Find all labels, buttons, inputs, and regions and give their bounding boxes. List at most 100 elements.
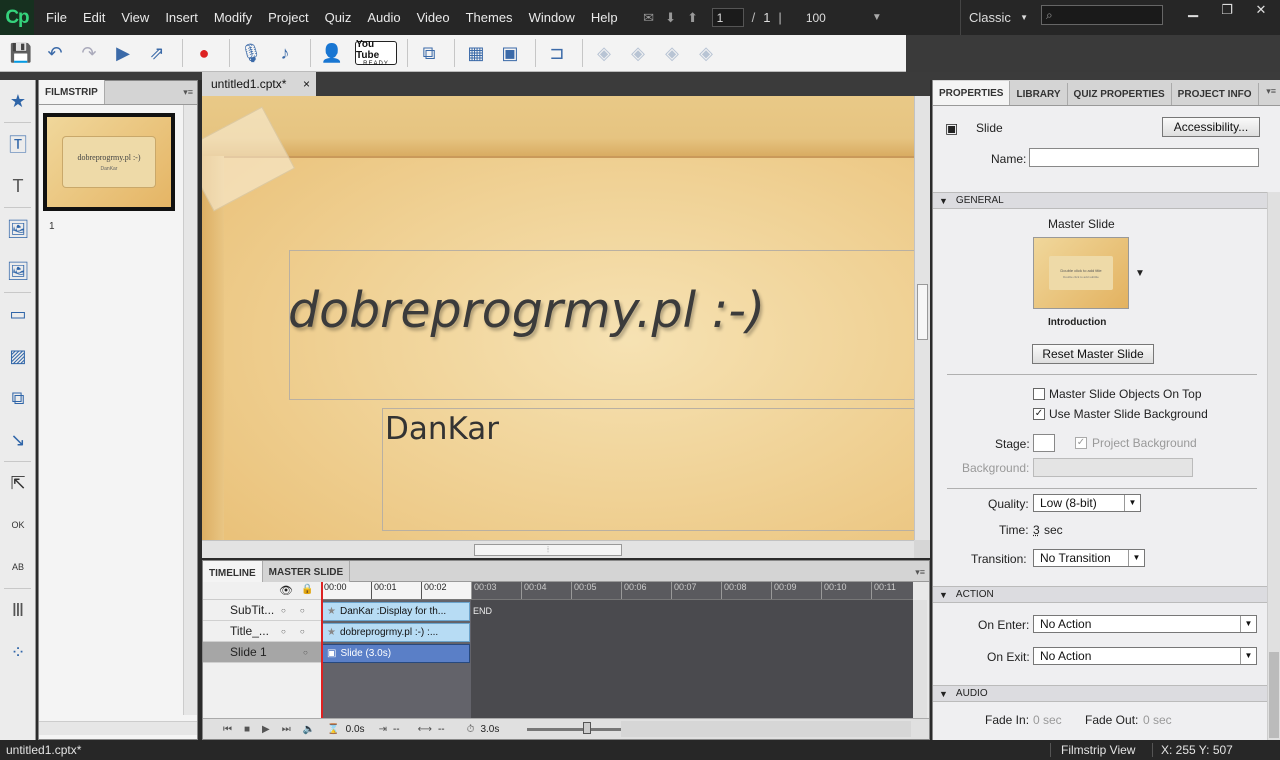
menu-window[interactable]: Window [521, 0, 583, 35]
skip-end-icon[interactable]: ⏭ [282, 724, 291, 735]
action-section-header[interactable]: ▼ ACTION [933, 586, 1269, 603]
arrow-up-icon[interactable]: ⬆ [682, 10, 704, 26]
master-slide-dropdown-icon[interactable]: ▼ [1135, 268, 1145, 279]
properties-vertical-scrollbar[interactable] [1267, 192, 1280, 740]
stage-color-swatch[interactable] [1033, 434, 1055, 452]
properties-scroll-thumb[interactable] [1269, 652, 1279, 738]
width-text-icon[interactable]: Ⅲ [0, 589, 36, 631]
stage-horizontal-scrollbar[interactable]: ⦙ [202, 540, 914, 558]
stage-vertical-thumb[interactable] [917, 284, 928, 340]
click-box-icon[interactable]: ⇱ [0, 462, 36, 504]
playhead[interactable] [321, 582, 323, 720]
send-back-icon[interactable]: ◈ [691, 39, 721, 67]
layer-toggle-dots[interactable]: ○○ [281, 627, 319, 636]
redo-icon[interactable]: ↷ [74, 39, 104, 67]
layers-icon[interactable]: ⧉ [414, 39, 444, 67]
timeline-bar-title[interactable]: ★ dobreprogrmy.pl :-) :... [322, 623, 470, 642]
rollover-image-icon[interactable]: 🖼 [0, 250, 36, 292]
time-value[interactable]: 3 [1033, 523, 1040, 537]
image-icon[interactable]: 🖼 [0, 208, 36, 250]
star-shape-icon[interactable]: ★ [0, 80, 36, 122]
play-icon[interactable]: ▶ [262, 724, 270, 735]
record-icon[interactable]: ● [189, 39, 219, 67]
speaker-icon[interactable]: 🔈 [303, 724, 315, 735]
magnet-icon[interactable]: ⊐ [542, 39, 572, 67]
use-background-checkbox[interactable]: ✓ [1033, 408, 1045, 420]
tab-library[interactable]: LIBRARY [1010, 83, 1068, 105]
menu-insert[interactable]: Insert [157, 0, 206, 35]
general-section-header[interactable]: ▼ GENERAL [933, 192, 1269, 209]
menu-file[interactable]: File [38, 0, 75, 35]
restore-button[interactable]: ❐ [1210, 0, 1244, 20]
timeline-bar-slide[interactable]: ▣ Slide (3.0s) [322, 644, 470, 663]
reset-master-slide-button[interactable]: Reset Master Slide [1032, 344, 1154, 364]
menu-video[interactable]: Video [409, 0, 458, 35]
undo-icon[interactable]: ↶ [40, 39, 70, 67]
fade-in-value[interactable]: 0 sec [1033, 713, 1062, 727]
highlight-box-icon[interactable]: ▭ [0, 293, 36, 335]
audio-note-icon[interactable]: ♪ [270, 39, 300, 67]
menu-quiz[interactable]: Quiz [317, 0, 360, 35]
rollover-slidelet-icon[interactable]: ▨ [0, 335, 36, 377]
panel-menu-icon[interactable]: ▾≡ [1266, 86, 1276, 97]
snap-grid-icon[interactable]: ▣ [495, 39, 525, 67]
minimize-button[interactable]: ▁ [1176, 0, 1210, 20]
tab-filmstrip[interactable]: FILMSTRIP [39, 80, 105, 104]
button-icon[interactable]: OK [0, 504, 36, 546]
tab-quiz-properties[interactable]: QUIZ PROPERTIES [1067, 83, 1172, 105]
save-icon[interactable]: 💾 [6, 39, 36, 67]
menu-project[interactable]: Project [260, 0, 316, 35]
rollover-text-icon[interactable]: T [0, 165, 36, 207]
text-entry-icon[interactable]: AB [0, 546, 36, 588]
send-backward-icon[interactable]: ◈ [657, 39, 687, 67]
tab-properties[interactable]: PROPERTIES [933, 81, 1011, 105]
stop-icon[interactable]: ■ [244, 724, 250, 735]
slide-canvas[interactable]: dobreprogrmy.pl :-) DanKar [202, 96, 914, 540]
eye-icon[interactable]: 👁 [279, 584, 293, 597]
layer-toggle-dots[interactable]: ○○ [281, 606, 319, 615]
menu-modify[interactable]: Modify [206, 0, 260, 35]
table-grid-icon[interactable]: ▦ [461, 39, 491, 67]
time-ruler[interactable]: 00:00 00:01 00:02 00:03 00:04 00:05 00:0… [321, 582, 913, 600]
youtube-publish-button[interactable]: You Tube READY [355, 39, 397, 67]
text-caption-icon[interactable]: 🅃 [0, 123, 36, 165]
tab-document[interactable]: untitled1.cptx* × [202, 72, 316, 96]
filmstrip-horizontal-scrollbar[interactable] [39, 721, 197, 735]
close-tab-icon[interactable]: × [303, 77, 310, 91]
timeline-row-subtitle[interactable]: SubTit... ○○ [203, 600, 321, 621]
microphone-icon[interactable]: 🎙 [236, 39, 266, 67]
filmstrip-vertical-scrollbar[interactable] [183, 105, 197, 715]
close-button[interactable]: ✕ [1244, 0, 1278, 20]
timeline-row-title[interactable]: Title_... ○○ [203, 621, 321, 642]
widget-icon[interactable]: ⁘ [0, 631, 36, 673]
workspace-select[interactable]: Classic ▼ [960, 0, 1028, 35]
on-enter-dropdown[interactable]: No Action ▼ [1033, 615, 1257, 633]
stage-vertical-scrollbar[interactable] [914, 96, 930, 540]
timeline-row-slide[interactable]: Slide 1 ○ [203, 642, 321, 663]
menu-audio[interactable]: Audio [359, 0, 408, 35]
slide-thumbnail[interactable]: dobreprogrmy.pl :-) DanKar [43, 113, 175, 211]
slide-title[interactable]: dobreprogrmy.pl :-) [288, 282, 765, 339]
bring-forward-icon[interactable]: ◈ [623, 39, 653, 67]
stage-horizontal-thumb[interactable]: ⦙ [474, 544, 622, 556]
transition-dropdown[interactable]: No Transition ▼ [1033, 549, 1145, 567]
publish-icon[interactable]: ⇗ [142, 39, 172, 67]
audio-section-header[interactable]: ▼ AUDIO [933, 685, 1269, 702]
menu-themes[interactable]: Themes [458, 0, 521, 35]
timeline-zoom-knob[interactable] [583, 722, 591, 734]
timeline-zoom-slider[interactable] [527, 728, 622, 731]
fade-out-value[interactable]: 0 sec [1143, 713, 1172, 727]
name-input[interactable] [1029, 148, 1259, 167]
lock-icon[interactable]: 🔒 [301, 584, 313, 595]
timeline-horizontal-scrollbar[interactable] [621, 721, 911, 737]
tab-master-slide[interactable]: MASTER SLIDE [262, 561, 351, 583]
bring-front-icon[interactable]: ◈ [589, 39, 619, 67]
user-icon[interactable]: 👤 [317, 39, 347, 67]
slide-subtitle[interactable]: DanKar [385, 411, 499, 447]
skip-start-icon[interactable]: ⏮ [223, 724, 232, 735]
current-slide-input[interactable] [711, 8, 744, 27]
panel-menu-icon[interactable]: ▾≡ [183, 87, 193, 98]
quality-dropdown[interactable]: Low (8-bit) ▼ [1033, 494, 1141, 512]
preview-play-icon[interactable]: ▶ [108, 39, 138, 67]
search-box[interactable]: ⌕ [1041, 5, 1163, 25]
